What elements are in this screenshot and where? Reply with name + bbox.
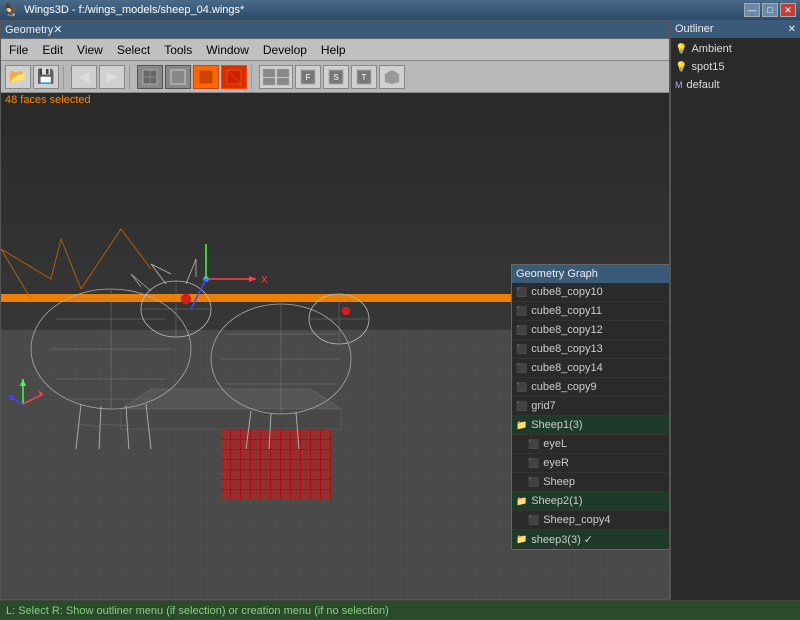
menu-tools[interactable]: Tools — [158, 41, 198, 59]
geo-item-eyeL[interactable]: ⬛ eyeL 👁 🔒 — [512, 435, 669, 454]
toolbar-separator-2 — [129, 65, 133, 89]
viewport[interactable]: X Geometry Graph ✕ — [1, 109, 669, 599]
geometry-graph-header: Geometry Graph ✕ — [512, 265, 669, 283]
wireframe-solid-button[interactable] — [221, 65, 247, 89]
toolbar: 📂 💾 ◀ ▶ F — [1, 61, 669, 93]
geometry-panel: Geometry ✕ File Edit View Select Tools W… — [0, 20, 670, 600]
mesh-icon-2: ⬛ — [516, 306, 527, 317]
toolbar-separator-1 — [63, 65, 67, 89]
outliner-item-default[interactable]: M default — [673, 76, 798, 94]
status-text: L: Select R: Show outliner menu (if sele… — [6, 605, 389, 617]
mesh-icon-5: ⬛ — [516, 363, 527, 374]
close-button[interactable]: ✕ — [780, 3, 796, 17]
svg-text:F: F — [306, 73, 311, 82]
outliner-panel: Outliner ✕ 💡 Ambient 💡 spot15 M default — [670, 20, 800, 600]
top-view-button[interactable]: T — [351, 65, 377, 89]
geo-item-grid7[interactable]: ⬛ grid7 👁 🔒 — [512, 397, 669, 416]
mesh-icon-eyeR: ⬛ — [528, 458, 539, 469]
svg-text:S: S — [333, 73, 338, 82]
undo-button[interactable]: ◀ — [71, 65, 97, 89]
svg-text:T: T — [362, 73, 367, 82]
geo-close-icon[interactable]: ✕ — [53, 23, 62, 36]
outliner-label: Outliner — [675, 23, 714, 35]
mesh-icon-6: ⬛ — [516, 382, 527, 393]
mesh-icon-3: ⬛ — [516, 325, 527, 336]
persp-view-button[interactable] — [379, 65, 405, 89]
geo-item-cube8-copy14[interactable]: ⬛ cube8_copy14 👁 🔒 ⬛ — [512, 359, 669, 378]
side-view-button[interactable]: S — [323, 65, 349, 89]
outliner-item-label-ambient: Ambient — [691, 43, 731, 55]
geo-item-cube8-copy13[interactable]: ⬛ cube8_copy13 👁 🔒 ⬛ — [512, 340, 669, 359]
grid-view-button[interactable] — [259, 65, 293, 89]
status-bar: L: Select R: Show outliner menu (if sele… — [0, 600, 800, 620]
group-expand-icon-2: 📁 — [516, 496, 527, 507]
light-icon-ambient: 💡 — [675, 44, 687, 55]
minimize-button[interactable]: — — [744, 3, 760, 17]
outliner-item-label-spot15: spot15 — [691, 61, 724, 73]
open-button[interactable]: 📂 — [5, 65, 31, 89]
menu-help[interactable]: Help — [315, 41, 352, 59]
sheep-wireframe: X — [1, 149, 421, 449]
save-button[interactable]: 💾 — [33, 65, 59, 89]
selection-count: 48 faces selected — [5, 94, 91, 106]
mesh-icon-eyeL: ⬛ — [528, 439, 539, 450]
mesh-icon-sheep-copy: ⬛ — [528, 515, 539, 526]
title-bar-controls[interactable]: — □ ✕ — [744, 3, 796, 17]
front-view-button[interactable]: F — [295, 65, 321, 89]
group-expand-icon: 📁 — [516, 420, 527, 431]
main-layout: Geometry ✕ File Edit View Select Tools W… — [0, 20, 800, 600]
outliner-item-ambient[interactable]: 💡 Ambient — [673, 40, 798, 58]
maximize-button[interactable]: □ — [762, 3, 778, 17]
menu-develop[interactable]: Develop — [257, 41, 313, 59]
outliner-close[interactable]: ✕ — [788, 24, 796, 35]
geo-item-eyeR[interactable]: ⬛ eyeR 👁 🔒 — [512, 454, 669, 473]
mesh-icon-default: M — [675, 80, 683, 90]
geo-group-sheep3[interactable]: 📁 sheep3(3) ✓ — [512, 530, 669, 549]
menu-window[interactable]: Window — [200, 41, 255, 59]
geo-graph-title: Geometry Graph — [516, 268, 598, 280]
outliner-content: 💡 Ambient 💡 spot15 M default — [671, 38, 800, 600]
mesh-icon-sheep: ⬛ — [528, 477, 539, 488]
menu-bar: File Edit View Select Tools Window Devel… — [1, 39, 669, 61]
group-expand-icon-3: 📁 — [516, 534, 527, 545]
geo-item-cube8-copy9[interactable]: ⬛ cube8_copy9 👁 🔒 ⬛ — [512, 378, 669, 397]
geometry-label: Geometry — [5, 24, 53, 36]
geo-item-sheep-copy4[interactable]: ⬛ Sheep_copy4 👁 🔒 ⬛ — [512, 511, 669, 530]
light-icon-spot15: 💡 — [675, 62, 687, 73]
geo-item-cube8-copy11[interactable]: ⬛ cube8_copy11 👁 🔒 ⬛ — [512, 302, 669, 321]
edges-button[interactable] — [165, 65, 191, 89]
geo-item-cube8-copy12[interactable]: ⬛ cube8_copy12 👁 🔒 ⬛ — [512, 321, 669, 340]
title-bar: 🦅 Wings3D - f:/wings_models/sheep_04.win… — [0, 0, 800, 20]
menu-file[interactable]: File — [3, 41, 34, 59]
menu-edit[interactable]: Edit — [36, 41, 69, 59]
geometry-graph-panel: Geometry Graph ✕ ⬛ cube8_copy10 👁 🔒 ⬛ ⬛ … — [511, 264, 669, 550]
mesh-icon-1: ⬛ — [516, 287, 527, 298]
outliner-header: Outliner ✕ — [671, 20, 800, 38]
geo-group-sheep2[interactable]: 📁 Sheep2(1) — [512, 492, 669, 511]
grid-icon: ⬛ — [516, 401, 527, 412]
outliner-item-label-default: default — [687, 79, 720, 91]
window-title: Wings3D - f:/wings_models/sheep_04.wings… — [24, 4, 244, 16]
mesh-icon-4: ⬛ — [516, 344, 527, 355]
geo-item-sheep[interactable]: ⬛ Sheep 👁 🔒 — [512, 473, 669, 492]
outliner-item-spot15[interactable]: 💡 spot15 — [673, 58, 798, 76]
menu-view[interactable]: View — [71, 41, 109, 59]
solid-button[interactable] — [193, 65, 219, 89]
viewport-status: 48 faces selected — [1, 93, 669, 109]
faces-button[interactable] — [137, 65, 163, 89]
toolbar-separator-3 — [251, 65, 255, 89]
app-icon: 🦅 — [4, 2, 20, 18]
menu-select[interactable]: Select — [111, 41, 156, 59]
geo-group-sheep1[interactable]: 📁 Sheep1(3) — [512, 416, 669, 435]
geo-item-cube8-copy10[interactable]: ⬛ cube8_copy10 👁 🔒 ⬛ — [512, 283, 669, 302]
svg-text:X: X — [261, 275, 268, 286]
geometry-panel-header: Geometry ✕ — [1, 21, 669, 39]
viewport-background: X Geometry Graph ✕ — [1, 109, 669, 599]
redo-button[interactable]: ▶ — [99, 65, 125, 89]
